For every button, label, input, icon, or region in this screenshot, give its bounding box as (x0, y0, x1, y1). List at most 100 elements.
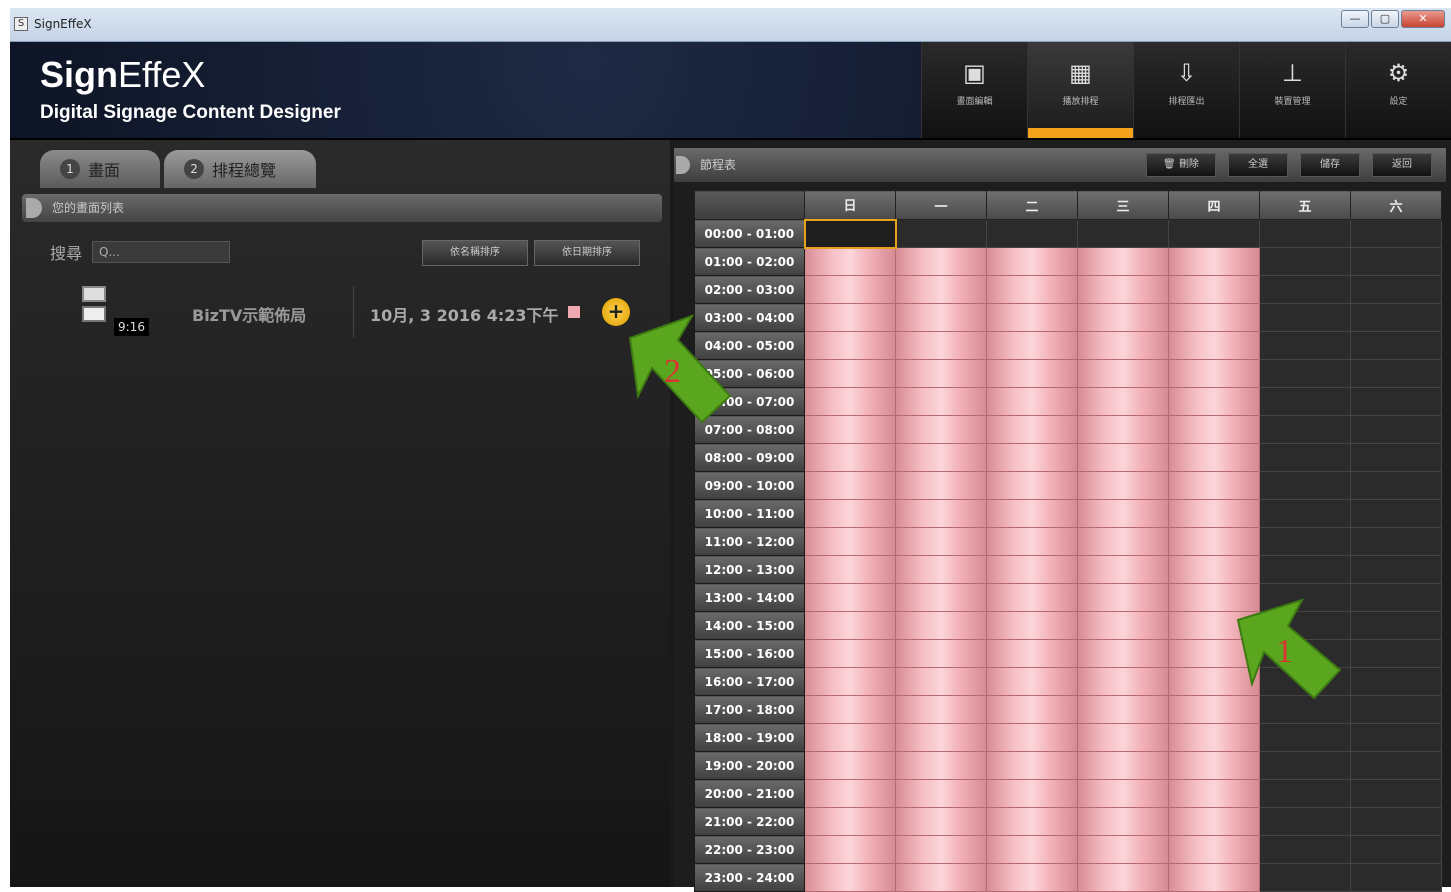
schedule-cell[interactable] (1350, 611, 1442, 640)
search-input[interactable]: Q... (92, 241, 231, 263)
schedule-cell[interactable] (1259, 723, 1351, 752)
schedule-cell[interactable] (1259, 471, 1351, 500)
schedule-cell-scheduled[interactable] (895, 359, 987, 388)
schedule-cell-scheduled[interactable] (895, 835, 987, 864)
schedule-cell[interactable] (1259, 303, 1351, 332)
schedule-cell-scheduled[interactable] (986, 583, 1078, 612)
schedule-cell[interactable] (1259, 443, 1351, 472)
schedule-cell-scheduled[interactable] (986, 667, 1078, 696)
schedule-cell[interactable] (1350, 779, 1442, 808)
schedule-cell-scheduled[interactable] (895, 499, 987, 528)
schedule-cell-scheduled[interactable] (895, 779, 987, 808)
schedule-cell[interactable] (1259, 835, 1351, 864)
tab-schedule-overview[interactable]: 2 排程總覽 (164, 150, 317, 188)
schedule-cell-scheduled[interactable] (804, 667, 896, 696)
schedule-cell[interactable] (1350, 555, 1442, 584)
schedule-cell-scheduled[interactable] (1168, 723, 1260, 752)
schedule-cell-scheduled[interactable] (895, 527, 987, 556)
schedule-cell-scheduled[interactable] (1168, 303, 1260, 332)
schedule-cell-scheduled[interactable] (986, 751, 1078, 780)
schedule-cell-scheduled[interactable] (804, 275, 896, 304)
schedule-cell-scheduled[interactable] (804, 499, 896, 528)
schedule-cell-scheduled[interactable] (895, 583, 987, 612)
schedule-cell[interactable] (1350, 471, 1442, 500)
schedule-cell-scheduled[interactable] (1077, 359, 1169, 388)
schedule-cell-scheduled[interactable] (1077, 471, 1169, 500)
schedule-cell-scheduled[interactable] (804, 779, 896, 808)
schedule-cell[interactable] (1350, 359, 1442, 388)
schedule-cell[interactable] (803, 218, 897, 249)
schedule-cell-scheduled[interactable] (804, 527, 896, 556)
schedule-cell[interactable] (1350, 667, 1442, 696)
schedule-cell[interactable] (1259, 275, 1351, 304)
tab-screens[interactable]: 1 畫面 (40, 150, 161, 188)
schedule-cell-scheduled[interactable] (1077, 331, 1169, 360)
schedule-cell-scheduled[interactable] (986, 835, 1078, 864)
schedule-cell-scheduled[interactable] (804, 695, 896, 724)
schedule-cell-scheduled[interactable] (804, 443, 896, 472)
schedule-cell-scheduled[interactable] (986, 499, 1078, 528)
schedule-cell-scheduled[interactable] (895, 555, 987, 584)
schedule-cell-scheduled[interactable] (804, 583, 896, 612)
maximize-button[interactable]: ▢ (1371, 10, 1399, 28)
schedule-cell-scheduled[interactable] (1168, 751, 1260, 780)
schedule-cell-scheduled[interactable] (1077, 527, 1169, 556)
schedule-cell-scheduled[interactable] (986, 415, 1078, 444)
schedule-cell-scheduled[interactable] (986, 723, 1078, 752)
schedule-cell[interactable] (1350, 331, 1442, 360)
schedule-cell-scheduled[interactable] (1168, 471, 1260, 500)
schedule-cell-scheduled[interactable] (895, 807, 987, 836)
schedule-cell-scheduled[interactable] (986, 471, 1078, 500)
day-header[interactable]: 一 (895, 190, 987, 220)
save-button[interactable]: 儲存 (1300, 153, 1360, 177)
day-header[interactable]: 日 (804, 190, 896, 220)
day-header[interactable]: 二 (986, 190, 1078, 220)
schedule-cell-scheduled[interactable] (895, 863, 987, 892)
schedule-cell-scheduled[interactable] (804, 331, 896, 360)
schedule-cell-scheduled[interactable] (804, 611, 896, 640)
schedule-cell[interactable] (1350, 303, 1442, 332)
schedule-cell-scheduled[interactable] (895, 667, 987, 696)
schedule-cell-scheduled[interactable] (1077, 611, 1169, 640)
schedule-cell[interactable] (1350, 275, 1442, 304)
schedule-cell-scheduled[interactable] (1077, 583, 1169, 612)
schedule-cell[interactable] (1259, 499, 1351, 528)
schedule-cell-scheduled[interactable] (895, 247, 987, 276)
schedule-cell-scheduled[interactable] (895, 751, 987, 780)
schedule-cell-scheduled[interactable] (895, 639, 987, 668)
schedule-cell-scheduled[interactable] (1077, 555, 1169, 584)
schedule-cell-scheduled[interactable] (986, 779, 1078, 808)
schedule-cell-scheduled[interactable] (1077, 443, 1169, 472)
back-button[interactable]: 返回 (1372, 153, 1432, 177)
schedule-cell[interactable] (1259, 331, 1351, 360)
schedule-cell-scheduled[interactable] (895, 611, 987, 640)
schedule-cell-scheduled[interactable] (1168, 527, 1260, 556)
schedule-cell-scheduled[interactable] (1077, 499, 1169, 528)
schedule-cell-scheduled[interactable] (1168, 359, 1260, 388)
schedule-cell-scheduled[interactable] (895, 415, 987, 444)
sort-by-name-button[interactable]: 依名稱排序 (422, 240, 528, 266)
day-header[interactable]: 三 (1077, 190, 1169, 220)
schedule-cell-scheduled[interactable] (895, 443, 987, 472)
schedule-cell-scheduled[interactable] (986, 387, 1078, 416)
schedule-cell-scheduled[interactable] (895, 723, 987, 752)
schedule-cell-scheduled[interactable] (804, 387, 896, 416)
close-button[interactable]: ✕ (1401, 10, 1445, 28)
list-item[interactable]: 9:16 BizTV示範佈局 10月, 3 2016 4:23下午 + (30, 278, 650, 348)
schedule-cell-scheduled[interactable] (1168, 779, 1260, 808)
schedule-cell[interactable] (1350, 247, 1442, 276)
schedule-cell-scheduled[interactable] (1168, 387, 1260, 416)
schedule-cell-scheduled[interactable] (804, 247, 896, 276)
schedule-cell[interactable] (1259, 415, 1351, 444)
schedule-cell-scheduled[interactable] (895, 275, 987, 304)
schedule-cell-scheduled[interactable] (895, 387, 987, 416)
schedule-cell-scheduled[interactable] (1168, 415, 1260, 444)
schedule-cell[interactable] (1350, 499, 1442, 528)
schedule-cell[interactable] (1259, 779, 1351, 808)
schedule-cell-scheduled[interactable] (1077, 807, 1169, 836)
schedule-cell-scheduled[interactable] (986, 359, 1078, 388)
schedule-cell[interactable] (986, 219, 1078, 248)
schedule-cell-scheduled[interactable] (804, 471, 896, 500)
schedule-cell-scheduled[interactable] (986, 443, 1078, 472)
schedule-cell-scheduled[interactable] (804, 639, 896, 668)
